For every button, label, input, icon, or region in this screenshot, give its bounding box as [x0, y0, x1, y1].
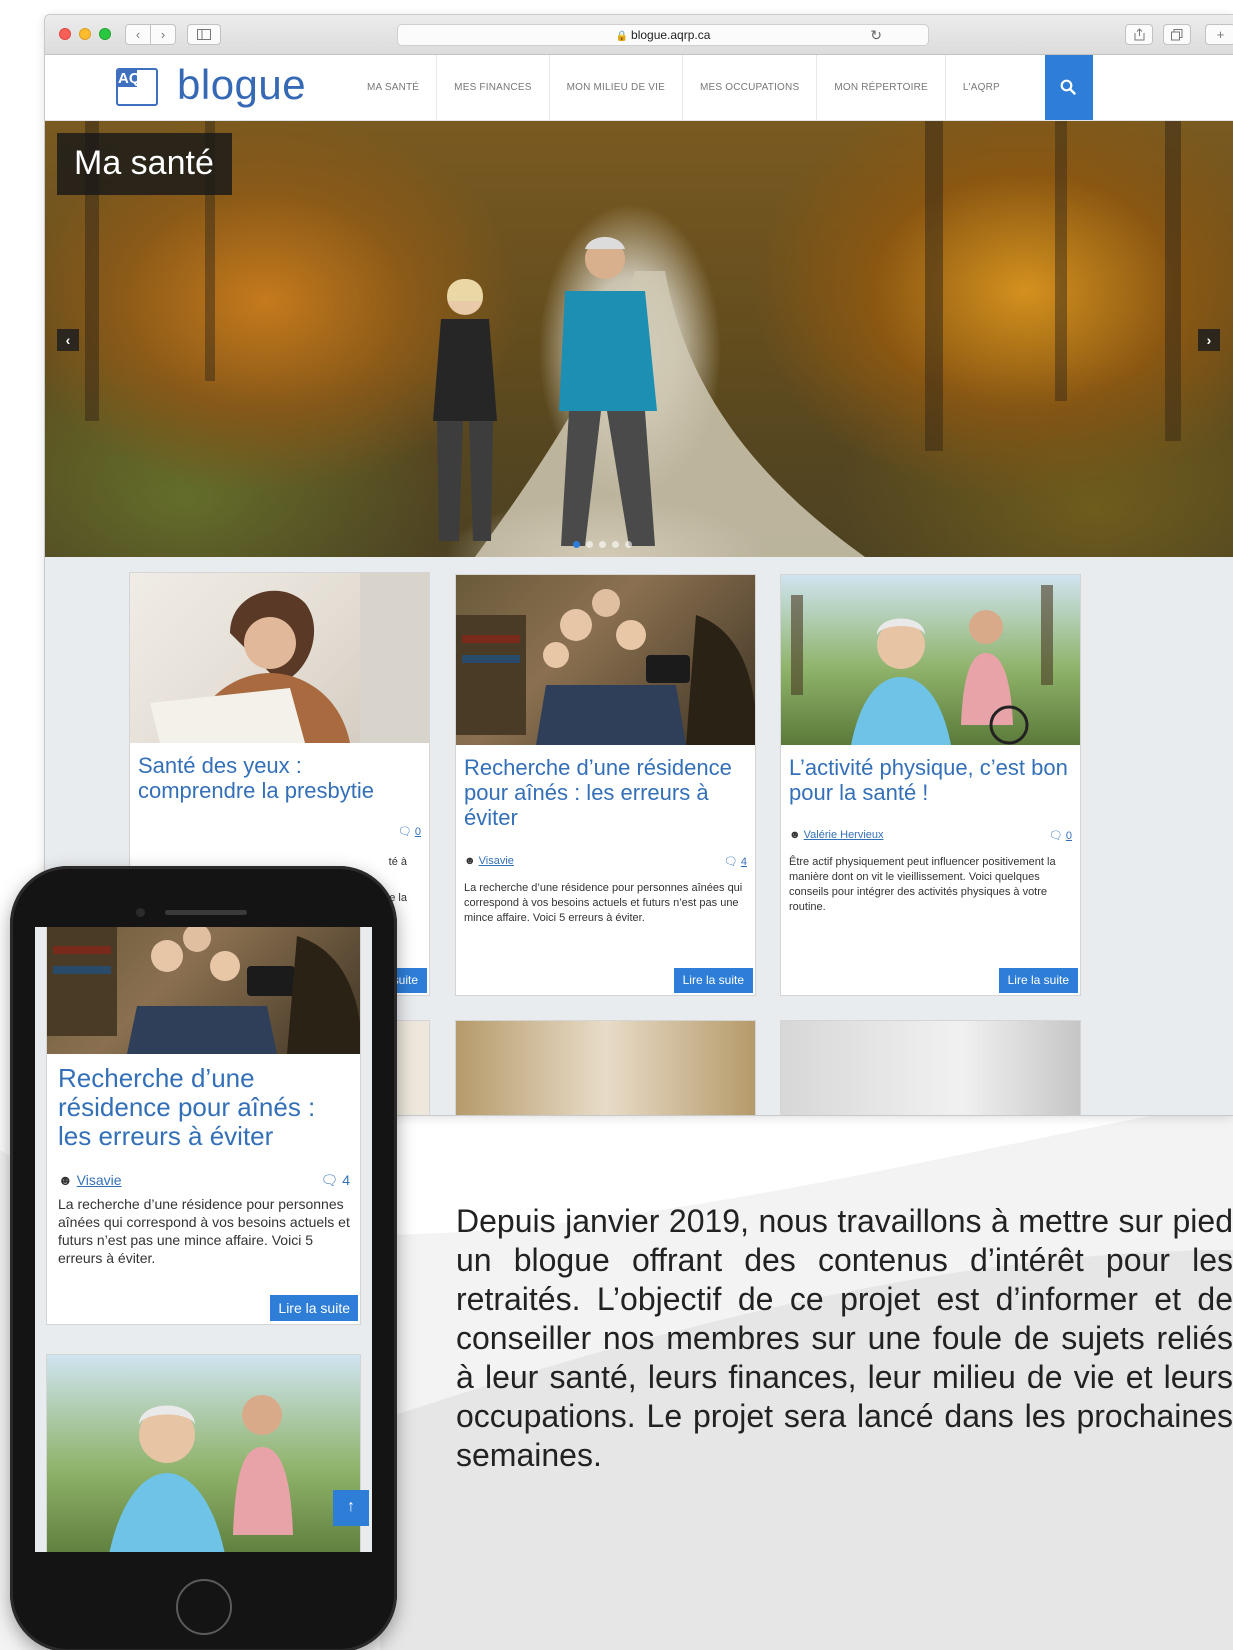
carousel-dot[interactable] — [573, 541, 580, 548]
comment-icon: 🗨 — [397, 826, 415, 838]
search-button[interactable] — [1045, 55, 1093, 120]
close-window-button[interactable] — [59, 28, 71, 40]
hero-carousel[interactable]: Ma santé ‹ › — [45, 121, 1233, 557]
article-author[interactable]: Visavie — [479, 855, 514, 867]
mobile-article-title[interactable]: Recherche d’une résidence pour aînés : l… — [58, 1064, 350, 1151]
phone-speaker — [165, 910, 247, 915]
sidebar-icon — [197, 29, 211, 40]
menu-item-mes-finances[interactable]: MES FINANCES — [437, 55, 550, 120]
carousel-dot[interactable] — [625, 541, 632, 548]
url-text: blogue.aqrp.ca — [631, 28, 711, 42]
comment-icon: 🗨 — [320, 1172, 343, 1188]
mobile-read-more-button[interactable]: Lire la suite — [270, 1295, 358, 1321]
phone-home-button[interactable] — [176, 1579, 232, 1635]
site-header: AQ RP blogue MA SANTÉ MES FINANCES MON M… — [45, 55, 1233, 121]
main-menu: MA SANTÉ MES FINANCES MON MILIEU DE VIE … — [350, 55, 1017, 120]
read-more-button[interactable]: Lire la suite — [998, 968, 1078, 993]
mobile-article-card[interactable]: Recherche d’une résidence pour aînés : l… — [46, 927, 361, 1325]
aqrp-logo-mark[interactable]: AQ RP — [116, 68, 158, 106]
article-card[interactable]: L’activité physique, c’est bon pour la s… — [780, 574, 1081, 996]
article-excerpt: La recherche d’une résidence pour person… — [464, 882, 743, 924]
article-image[interactable] — [130, 573, 429, 743]
read-more-button[interactable]: Lire la suite — [673, 968, 753, 993]
menu-item-mon-repertoire[interactable]: MON RÉPERTOIRE — [817, 55, 946, 120]
phone-screen: Recherche d’une résidence pour aînés : l… — [35, 927, 372, 1552]
article-card-partial[interactable] — [455, 1020, 756, 1115]
article-image[interactable] — [456, 575, 755, 745]
article-title[interactable]: Santé des yeux : comprendre la presbytie — [138, 753, 421, 803]
search-icon — [1060, 79, 1076, 95]
mobile-article-author[interactable]: Visavie — [77, 1172, 122, 1188]
menu-item-aqrp[interactable]: L'AQRP — [946, 55, 1017, 120]
mobile-article-meta: ☻ Visavie 🗨 4 — [58, 1172, 350, 1188]
mobile-article-excerpt: La recherche d’une résidence pour person… — [58, 1196, 350, 1266]
article-excerpt: Être actif physiquement peut influencer … — [789, 856, 1056, 913]
article-card[interactable]: Recherche d’une résidence pour aînés : l… — [455, 574, 756, 996]
lock-icon: 🔒 — [615, 31, 629, 42]
logo-letters-top: AQ — [118, 70, 141, 87]
article-meta: ☻ Visavie 🗨 4 — [464, 855, 747, 868]
user-icon: ☻ — [789, 829, 804, 841]
seniors-cycling-photo — [109, 1395, 293, 1552]
comments-count[interactable]: 🗨 0 — [398, 825, 421, 838]
scroll-to-top-button[interactable]: ↑ — [333, 1490, 369, 1526]
carousel-dot[interactable] — [586, 541, 593, 548]
article-author[interactable]: Valérie Hervieux — [804, 829, 884, 841]
article-meta: ☻ Valérie Hervieux 🗨 0 — [789, 829, 1072, 842]
logo-letters-bottom: RP — [126, 87, 148, 104]
carousel-prev-button[interactable]: ‹ — [57, 329, 79, 351]
minimize-window-button[interactable] — [79, 28, 91, 40]
tabs-icon — [1171, 29, 1183, 41]
article-card-partial[interactable] — [780, 1020, 1081, 1115]
comment-icon: 🗨 — [1048, 830, 1066, 842]
mobile-article-card-partial[interactable] — [46, 1354, 361, 1552]
tabs-overview-button[interactable] — [1163, 24, 1191, 45]
carousel-next-button[interactable]: › — [1198, 329, 1220, 351]
article-title[interactable]: Recherche d’une résidence pour aînés : l… — [464, 755, 747, 830]
comments-count[interactable]: 🗨 0 — [1049, 829, 1072, 842]
address-bar[interactable]: 🔒 blogue.aqrp.ca ↻ — [397, 24, 929, 46]
family-selfie-photo — [47, 927, 360, 1054]
carousel-dot[interactable] — [612, 541, 619, 548]
seniors-cycling-photo — [791, 585, 1053, 745]
browser-titlebar: ‹ › 🔒 blogue.aqrp.ca ↻ + — [45, 15, 1233, 55]
user-icon: ☻ — [58, 1172, 77, 1188]
zoom-window-button[interactable] — [99, 28, 111, 40]
comment-icon: 🗨 — [723, 856, 741, 868]
share-icon — [1134, 28, 1144, 41]
article-image[interactable] — [781, 575, 1080, 745]
mobile-article-image[interactable] — [47, 927, 360, 1054]
menu-item-ma-sante[interactable]: MA SANTÉ — [350, 55, 438, 120]
project-description: Depuis janvier 2019, nous travaillons à … — [456, 1203, 1233, 1473]
user-icon: ☻ — [464, 855, 479, 867]
site-logo-text[interactable]: blogue — [177, 61, 306, 109]
mobile-comments-count[interactable]: 🗨 4 — [321, 1172, 350, 1189]
share-button[interactable] — [1125, 24, 1153, 45]
forward-button[interactable]: › — [150, 24, 176, 45]
carousel-dot[interactable] — [599, 541, 606, 548]
hero-category-label[interactable]: Ma santé — [57, 133, 232, 195]
woman-reading-photo — [150, 573, 429, 743]
smartphone-frame: Recherche d’une résidence pour aînés : l… — [10, 866, 397, 1650]
back-button[interactable]: ‹ — [125, 24, 151, 45]
sidebar-toggle-button[interactable] — [187, 24, 221, 45]
family-selfie-photo — [456, 589, 755, 745]
reload-icon[interactable]: ↻ — [870, 25, 882, 45]
comments-count[interactable]: 🗨 4 — [724, 855, 747, 868]
menu-item-mon-milieu-de-vie[interactable]: MON MILIEU DE VIE — [550, 55, 684, 120]
article-title[interactable]: L’activité physique, c’est bon pour la s… — [789, 755, 1072, 805]
carousel-indicators — [573, 541, 632, 548]
menu-item-mes-occupations[interactable]: MES OCCUPATIONS — [683, 55, 818, 120]
article-excerpt-fragment: té à — [388, 856, 407, 868]
phone-camera — [136, 908, 145, 917]
new-tab-button[interactable]: + — [1205, 24, 1233, 45]
